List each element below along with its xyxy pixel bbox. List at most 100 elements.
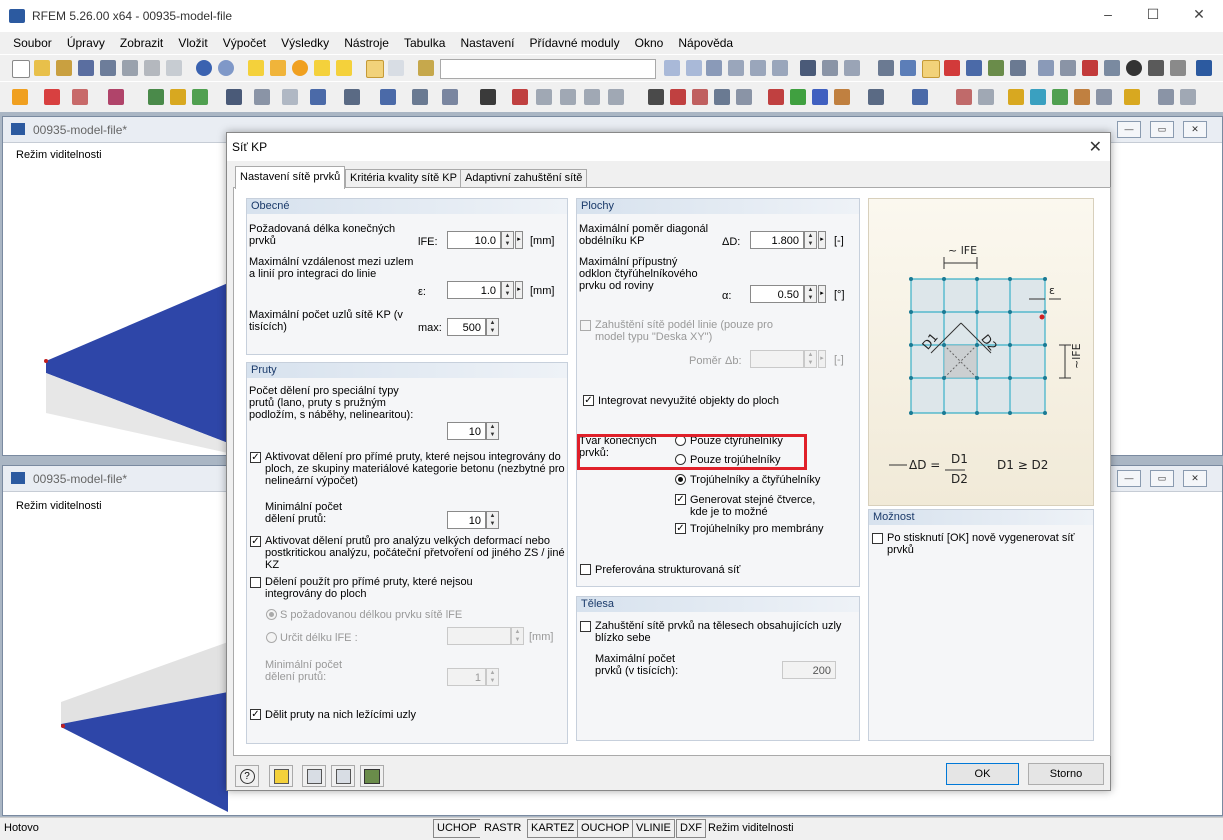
support-node-icon[interactable] (148, 89, 164, 105)
load-node-icon[interactable] (310, 89, 326, 105)
special-members-division-input[interactable]: 10 (447, 422, 486, 440)
close-button[interactable]: ✕ (1189, 6, 1209, 24)
max-nodes-spinner[interactable]: ▲ ▼ (486, 318, 499, 336)
load-case-icon[interactable] (418, 60, 434, 76)
save-settings-button[interactable] (331, 765, 355, 787)
child-minimize-button[interactable]: — (1117, 470, 1141, 487)
hide-icon[interactable] (1096, 89, 1112, 105)
redo-icon[interactable] (218, 60, 234, 76)
tab-adaptive-refinement[interactable]: Adaptivní zahuštění sítě (460, 169, 588, 188)
refinement-ratio-spinner[interactable]: ▲ ▼ (804, 350, 817, 368)
table-icon[interactable] (388, 60, 404, 76)
menu-vysledky[interactable]: Výsledky (275, 32, 335, 50)
line-refinement-checkbox[interactable] (580, 320, 591, 331)
measure-icon[interactable] (1038, 60, 1054, 76)
child-close-button[interactable]: ✕ (1183, 470, 1207, 487)
new-file-icon[interactable] (12, 60, 30, 78)
maximize-button[interactable]: ☐ (1143, 6, 1163, 24)
toggle-rastr[interactable]: RASTR (480, 819, 526, 838)
extrude-icon[interactable] (608, 89, 624, 105)
grid-points-icon[interactable] (1124, 89, 1140, 105)
axis-z-icon[interactable] (812, 89, 828, 105)
support-icon[interactable] (966, 60, 982, 76)
integrate-objects-checkbox[interactable]: ✓ (583, 395, 594, 406)
member-icon[interactable] (226, 89, 242, 105)
delete-icon[interactable] (1126, 60, 1142, 76)
view-y-icon[interactable] (750, 60, 766, 76)
grid-icon[interactable] (878, 60, 894, 76)
fe-length-input[interactable]: 10.0 (447, 231, 501, 249)
model-plate-view[interactable] (3, 143, 233, 453)
calc-icon[interactable] (648, 89, 664, 105)
results-values-icon[interactable] (822, 60, 838, 76)
mesh-generate-icon[interactable] (944, 60, 960, 76)
epsilon-input[interactable]: 1.0 (447, 281, 501, 299)
hinge-icon[interactable] (988, 60, 1004, 76)
color-icon[interactable] (912, 89, 928, 105)
results-table-icon[interactable] (844, 60, 860, 76)
solid-icon[interactable] (192, 89, 208, 105)
view-x-icon[interactable] (728, 60, 744, 76)
plane-icon[interactable] (1030, 89, 1046, 105)
load-settings-button[interactable] (302, 765, 326, 787)
divide-by-nodes-checkbox[interactable]: ✓ (250, 709, 261, 720)
cancel-button[interactable]: Storno (1028, 763, 1104, 785)
child-restore-button[interactable]: ▭ (1150, 470, 1174, 487)
ok-button[interactable]: OK (946, 763, 1019, 785)
plane-deviation-input[interactable]: 0.50 (750, 285, 804, 303)
divide-icon[interactable] (560, 89, 576, 105)
refinement-ratio-menu-arrow[interactable]: ▸ (818, 350, 826, 368)
menu-vlozit[interactable]: Vložit (172, 32, 213, 50)
child-restore-button[interactable]: ▭ (1150, 121, 1174, 138)
zoom-icon[interactable] (692, 89, 708, 105)
regenerate-mesh-checkbox[interactable] (872, 533, 883, 544)
load-solid-icon[interactable] (412, 89, 428, 105)
open-project-icon[interactable] (56, 60, 72, 76)
print-icon[interactable] (122, 60, 138, 76)
display-icon[interactable] (868, 89, 884, 105)
toggle-uchop[interactable]: UCHOP (433, 819, 481, 838)
required-length-radio[interactable] (266, 609, 277, 620)
select-window-icon[interactable] (336, 60, 352, 76)
menu-napoveda[interactable]: Nápověda (672, 32, 739, 50)
menu-tabulka[interactable]: Tabulka (398, 32, 451, 50)
axis-xyz-icon[interactable] (834, 89, 850, 105)
target-icon[interactable] (292, 60, 308, 76)
table-edit-icon[interactable] (1158, 89, 1174, 105)
minimize-button[interactable]: – (1098, 6, 1118, 24)
min-division-spinner[interactable]: ▲ ▼ (486, 511, 499, 529)
results-icon[interactable] (800, 60, 816, 76)
check-icon[interactable] (670, 89, 686, 105)
scale-icon[interactable] (536, 89, 552, 105)
previous-icon[interactable] (664, 60, 680, 76)
surface-icon[interactable] (170, 89, 186, 105)
solid-refinement-checkbox[interactable] (580, 621, 591, 632)
rotate-icon[interactable] (512, 89, 528, 105)
layout-icon[interactable] (1180, 89, 1196, 105)
mirror-icon[interactable] (1104, 60, 1120, 76)
mesh-settings-icon[interactable] (922, 60, 940, 78)
load-case-combo[interactable] (440, 59, 656, 79)
diagonal-ratio-input[interactable]: 1.800 (750, 231, 804, 249)
child-close-button[interactable]: ✕ (1183, 121, 1207, 138)
polyline-icon[interactable] (108, 89, 124, 105)
help-icon[interactable] (1196, 60, 1212, 76)
tab-quality-criteria[interactable]: Kritéria kvality sítě KP (345, 169, 462, 188)
save-icon[interactable] (78, 60, 94, 76)
dialog-close-icon[interactable]: ✕ (1089, 137, 1102, 157)
load-member-icon[interactable] (344, 89, 360, 105)
member-end-icon[interactable] (1010, 60, 1026, 76)
child-minimize-button[interactable]: — (1117, 121, 1141, 138)
model-plate-view[interactable] (3, 492, 233, 814)
diagonal-ratio-spinner[interactable]: ▲ ▼ (804, 231, 817, 249)
navigator-icon[interactable] (366, 60, 384, 78)
load-surface-icon[interactable] (380, 89, 396, 105)
menu-soubor[interactable]: Soubor (7, 32, 58, 50)
iso-icon[interactable] (736, 89, 752, 105)
membrane-triangles-checkbox[interactable]: ✓ (675, 523, 686, 534)
opening-icon[interactable] (282, 89, 298, 105)
move-icon[interactable] (480, 89, 496, 105)
structured-mesh-checkbox[interactable] (580, 564, 591, 575)
visibility-icon[interactable] (1052, 89, 1068, 105)
toggle-vlinie[interactable]: VLINIE (632, 819, 675, 838)
